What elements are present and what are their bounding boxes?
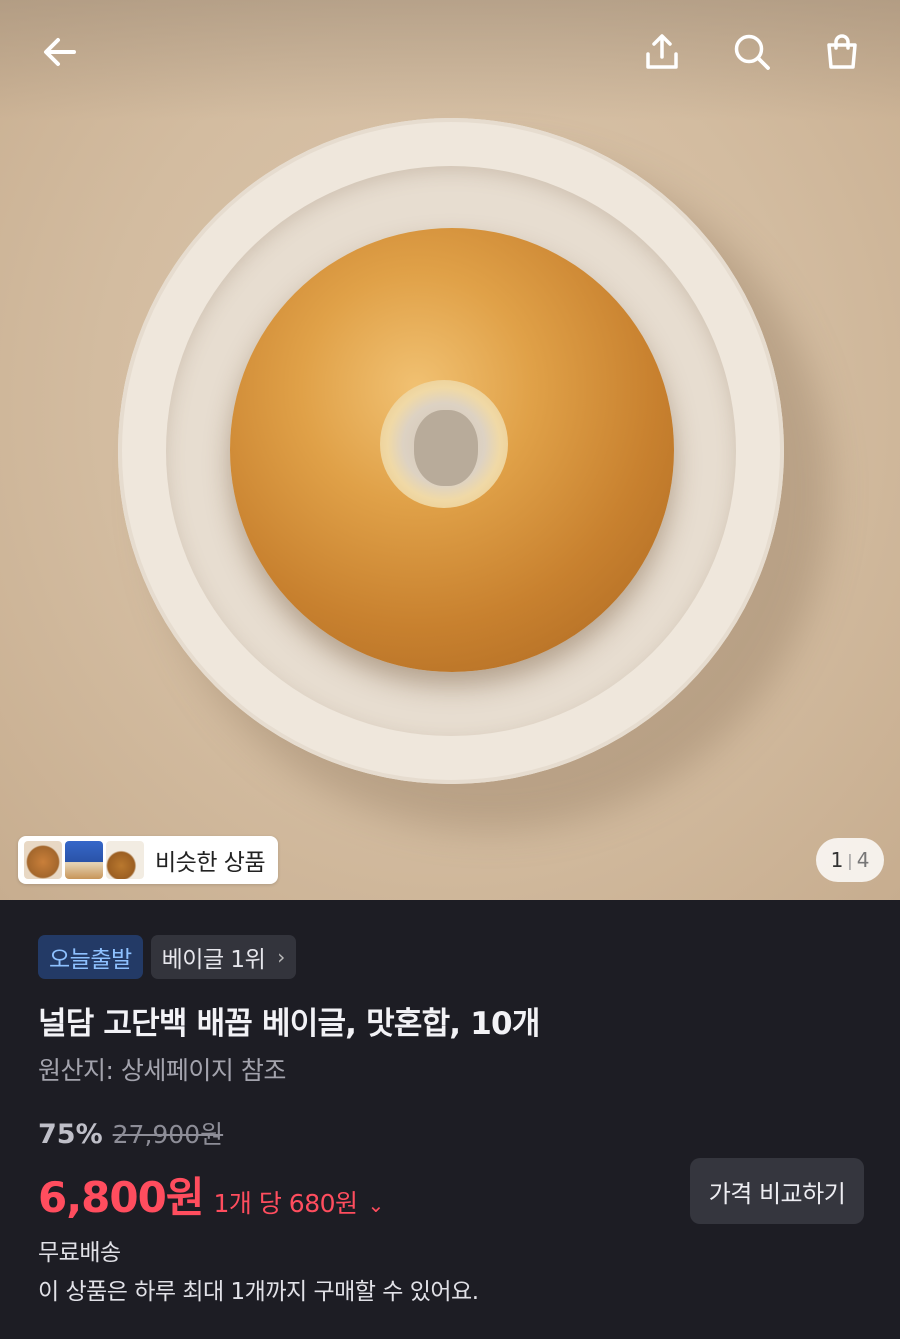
page-current: 1	[830, 848, 844, 872]
chevron-down-icon[interactable]: ⌄	[368, 1193, 385, 1217]
compare-price-label: 가격 비교하기	[708, 1179, 846, 1208]
cart-button[interactable]	[816, 26, 868, 78]
discount-row: 75% 27,900원	[38, 1115, 223, 1151]
similar-products-button[interactable]: 비슷한 상품	[18, 836, 278, 884]
sale-price: 6,800원	[38, 1173, 204, 1222]
similar-product-thumbnail	[24, 841, 62, 879]
category-rank-label: 베이글 1위	[161, 947, 266, 973]
purchase-limit-notice: 이 상품은 하루 최대 1개까지 구매할 수 있어요.	[38, 1279, 479, 1305]
badge-row: 오늘출발 베이글 1위 ›	[38, 935, 296, 979]
similar-product-thumbnail	[106, 841, 144, 879]
bagel-hole-center	[414, 410, 478, 486]
page-separator: |	[847, 850, 853, 870]
category-rank-badge[interactable]: 베이글 1위 ›	[150, 935, 296, 979]
similar-products-label: 비슷한 상품	[155, 850, 266, 876]
product-image-gallery[interactable]: 비슷한 상품 1 | 4	[0, 0, 900, 900]
search-button[interactable]	[726, 26, 778, 78]
back-button[interactable]	[34, 26, 86, 78]
arrow-left-icon	[44, 38, 76, 66]
original-price: 27,900원	[112, 1120, 224, 1149]
product-title: 널담 고단백 배꼽 베이글, 맛혼합, 10개	[38, 1006, 540, 1042]
today-shipping-label: 오늘출발	[49, 947, 132, 973]
shopping-bag-icon	[827, 34, 857, 69]
discount-rate: 75%	[38, 1119, 103, 1150]
share-button[interactable]	[636, 26, 688, 78]
image-page-indicator: 1 | 4	[816, 838, 884, 882]
chevron-right-icon: ›	[277, 945, 285, 969]
page-total: 4	[856, 848, 870, 872]
similar-product-thumbnail	[65, 841, 103, 879]
shipping-info: 무료배송	[38, 1240, 121, 1266]
today-shipping-badge: 오늘출발	[38, 935, 143, 979]
price-row: 6,800원 1개 당 680원 ⌄	[38, 1164, 384, 1225]
product-origin: 원산지: 상세페이지 참조	[38, 1056, 286, 1085]
share-icon	[646, 34, 678, 69]
compare-price-button[interactable]: 가격 비교하기	[690, 1158, 864, 1224]
unit-price-toggle[interactable]: 1개 당 680원	[214, 1184, 359, 1220]
search-icon	[734, 34, 770, 70]
